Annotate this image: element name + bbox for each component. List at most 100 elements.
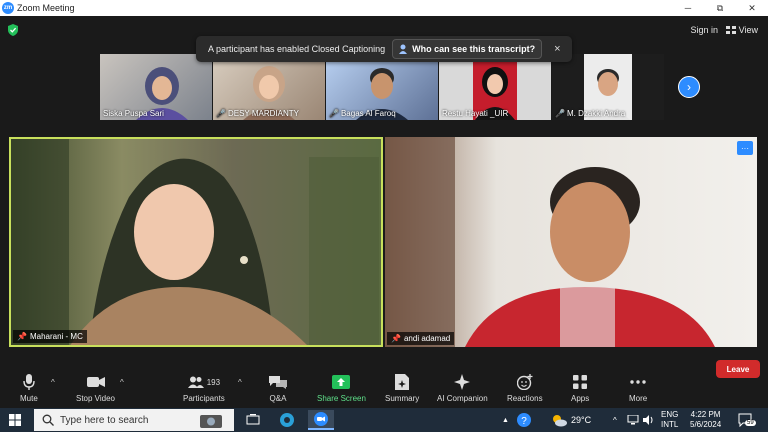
captioning-banner: A participant has enabled Closed Caption… (196, 36, 572, 62)
zoom-logo-text: zm (3, 5, 13, 11)
participant-name-tag: Restu Hayati _UIR (442, 109, 509, 118)
pin-icon: 📌 (17, 332, 27, 341)
more-dots-icon (630, 380, 646, 384)
participant-video (385, 137, 715, 347)
participant-name-tag: 🎤 M. Dzakki Andra (555, 109, 626, 118)
apps-grid-icon (573, 375, 588, 389)
mic-muted-icon: 🎤 (329, 109, 339, 118)
participant-thumbnail[interactable]: 🎤 DESY MARDIANTY (213, 54, 325, 120)
share-screen-button[interactable]: Share Screen (317, 374, 366, 403)
browser-icon (280, 413, 294, 427)
notification-center-button[interactable]: 59 (738, 408, 756, 432)
zoom-app-icon: zm (2, 2, 14, 14)
participant-name-tag: 📌 andi adamad (387, 332, 455, 345)
mute-label: Mute (20, 394, 38, 403)
grid-view-icon (725, 26, 736, 34)
close-window-button[interactable]: ✕ (736, 0, 768, 16)
ai-companion-label: AI Companion (437, 394, 488, 403)
participants-icon (187, 376, 204, 388)
minimize-button[interactable]: ─ (672, 0, 704, 16)
language-code: ENG (661, 410, 679, 419)
clock[interactable]: 4:22 PM 5/6/2024 (690, 408, 721, 432)
mute-button[interactable]: Mute (20, 374, 38, 403)
input-language-indicator[interactable]: ENG INTL (661, 408, 678, 432)
apps-button[interactable]: Apps (571, 374, 589, 403)
network-tray[interactable] (627, 408, 639, 432)
search-highlight-icon (200, 415, 222, 428)
participant-name-tag: 🎤 Bagas Al Faroq (329, 109, 396, 118)
participant-name-tag: 🎤 DESY MARDIANTY (216, 109, 299, 118)
summary-button[interactable]: Summary (385, 374, 419, 403)
video-tile-active-speaker[interactable]: 📌 Maharani - MC (9, 137, 383, 347)
participant-thumbnail-strip: Siska Puspa Sari 🎤 DESY MARDIANTY 🎤 Bagas … (100, 54, 664, 120)
participant-thumbnail[interactable]: Restu Hayati _UIR (439, 54, 551, 120)
window-title-bar: zm Zoom Meeting ─ ⧉ ✕ (0, 0, 768, 16)
qa-chat-icon (269, 376, 287, 389)
who-can-see-transcript-button[interactable]: Who can see this transcript? (392, 39, 543, 59)
taskbar-search-box[interactable]: Type here to search (34, 409, 234, 431)
tray-scroll[interactable]: ▲ (502, 408, 509, 432)
clock-date: 5/6/2024 (690, 420, 722, 429)
view-button[interactable]: View (725, 25, 758, 35)
volume-tray[interactable] (643, 408, 655, 432)
speaker-name-tag: 📌 Maharani - MC (13, 330, 87, 343)
start-button[interactable] (0, 408, 30, 432)
speaker-video (11, 139, 379, 345)
mute-options-caret[interactable]: ^ (51, 378, 55, 387)
more-button[interactable]: More (629, 374, 647, 403)
more-options-button[interactable]: ··· (737, 141, 753, 155)
chevron-up-icon: ▲ (502, 416, 509, 424)
sign-in-link[interactable]: Sign in (690, 25, 718, 35)
participants-count: 193 (206, 377, 221, 387)
person-lock-icon (399, 44, 408, 54)
show-hidden-icons[interactable]: ^ (613, 408, 617, 432)
share-screen-icon (332, 375, 351, 389)
pin-icon: 📌 (391, 334, 401, 343)
ai-companion-button[interactable]: AI Companion (437, 374, 488, 403)
participants-button[interactable]: 193 Participants (183, 374, 225, 403)
stop-video-button[interactable]: Stop Video (76, 374, 115, 403)
notification-count-badge: 59 (745, 420, 756, 426)
summary-document-icon (395, 374, 410, 390)
participant-thumbnail[interactable]: 🎤 M. Dzakki Andra (552, 54, 664, 120)
keyboard-layout: INTL (661, 420, 679, 429)
task-view-icon (246, 414, 260, 425)
video-tile[interactable]: ··· 📌 andi adamad (385, 137, 757, 347)
zoom-taskbar-app[interactable] (308, 410, 334, 430)
video-camera-icon (86, 377, 105, 387)
mic-muted-icon: 🎤 (216, 109, 226, 118)
windows-taskbar: Type here to search ▲ ? 29°C ^ ENG INTL … (0, 408, 768, 432)
banner-button-label: Who can see this transcript? (412, 44, 536, 54)
meeting-toolbar: Mute ^ Stop Video ^ 193 Participants ^ Q… (0, 368, 768, 408)
maximize-button[interactable]: ⧉ (704, 0, 736, 16)
search-placeholder: Type here to search (60, 414, 149, 426)
help-tray-icon[interactable]: ? (516, 408, 532, 432)
qa-button[interactable]: Q&A (269, 374, 287, 403)
participant-thumbnail[interactable]: 🎤 Bagas Al Faroq (326, 54, 438, 120)
smiley-plus-icon (516, 374, 533, 390)
caret-up-icon: ^ (613, 415, 617, 425)
share-screen-label: Share Screen (317, 394, 366, 403)
apps-label: Apps (571, 394, 590, 403)
edge-taskbar-app[interactable] (274, 410, 300, 430)
weather-widget[interactable]: 29°C (551, 408, 591, 432)
summary-label: Summary (385, 394, 420, 403)
participants-options-caret[interactable]: ^ (238, 378, 242, 387)
banner-close-button[interactable]: × (554, 43, 560, 55)
participant-thumbnail[interactable]: Siska Puspa Sari (100, 54, 212, 120)
ai-sparkle-icon (454, 374, 471, 390)
window-title: Zoom Meeting (17, 3, 75, 13)
shield-check-icon[interactable] (8, 24, 18, 36)
zoom-icon (314, 412, 328, 426)
banner-message: A participant has enabled Closed Caption… (208, 44, 386, 54)
next-page-button[interactable]: › (678, 76, 700, 98)
meeting-area: Sign in View Siska Puspa Sari 🎤 DESY MARD… (0, 16, 768, 408)
video-options-caret[interactable]: ^ (120, 378, 124, 387)
search-icon (42, 414, 54, 426)
network-icon (627, 415, 639, 425)
svg-text:?: ? (521, 416, 527, 427)
reactions-button[interactable]: Reactions (507, 374, 543, 403)
leave-button[interactable]: Leave (716, 360, 760, 378)
question-icon: ? (517, 413, 531, 427)
task-view-button[interactable] (240, 410, 266, 430)
